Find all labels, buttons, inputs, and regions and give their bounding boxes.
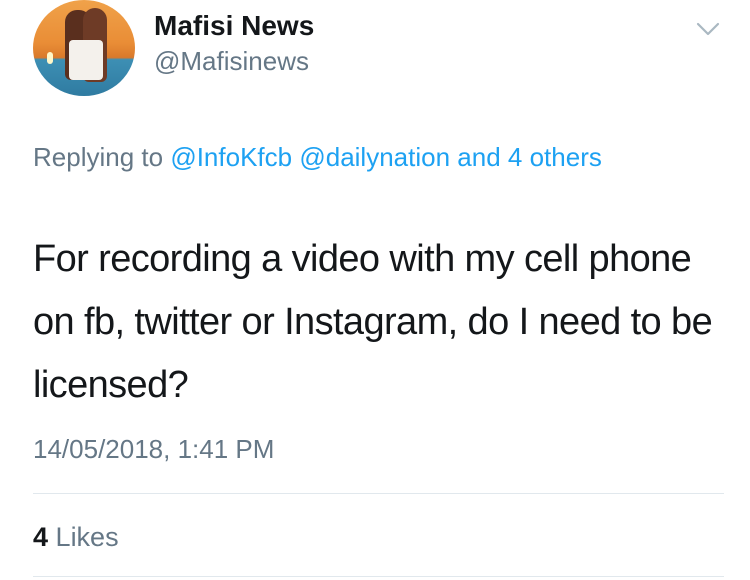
likes-label: Likes [55,522,119,552]
avatar-light [47,52,53,64]
user-handle[interactable]: @Mafisinews [154,46,309,77]
mention-link[interactable]: @InfoKfcb [170,142,292,172]
likes-count: 4 [33,522,49,552]
profile-avatar[interactable] [33,0,135,96]
reply-context: Replying to @InfoKfcb @dailynation and 4… [33,136,673,178]
user-display-name[interactable]: Mafisi News [154,10,314,42]
reply-prefix: Replying to [33,142,164,172]
divider [33,493,724,494]
tweet-timestamp: 14/05/2018, 1:41 PM [33,434,275,464]
likes-stat[interactable]: 4 Likes [33,522,119,553]
tweet-text: For recording a video with my cell phone… [33,238,713,406]
avatar-towel [69,40,103,80]
divider [33,576,724,577]
chevron-down-icon[interactable] [694,18,722,40]
other-mentions-link[interactable]: and 4 others [457,142,602,172]
mention-link[interactable]: @dailynation [299,142,450,172]
